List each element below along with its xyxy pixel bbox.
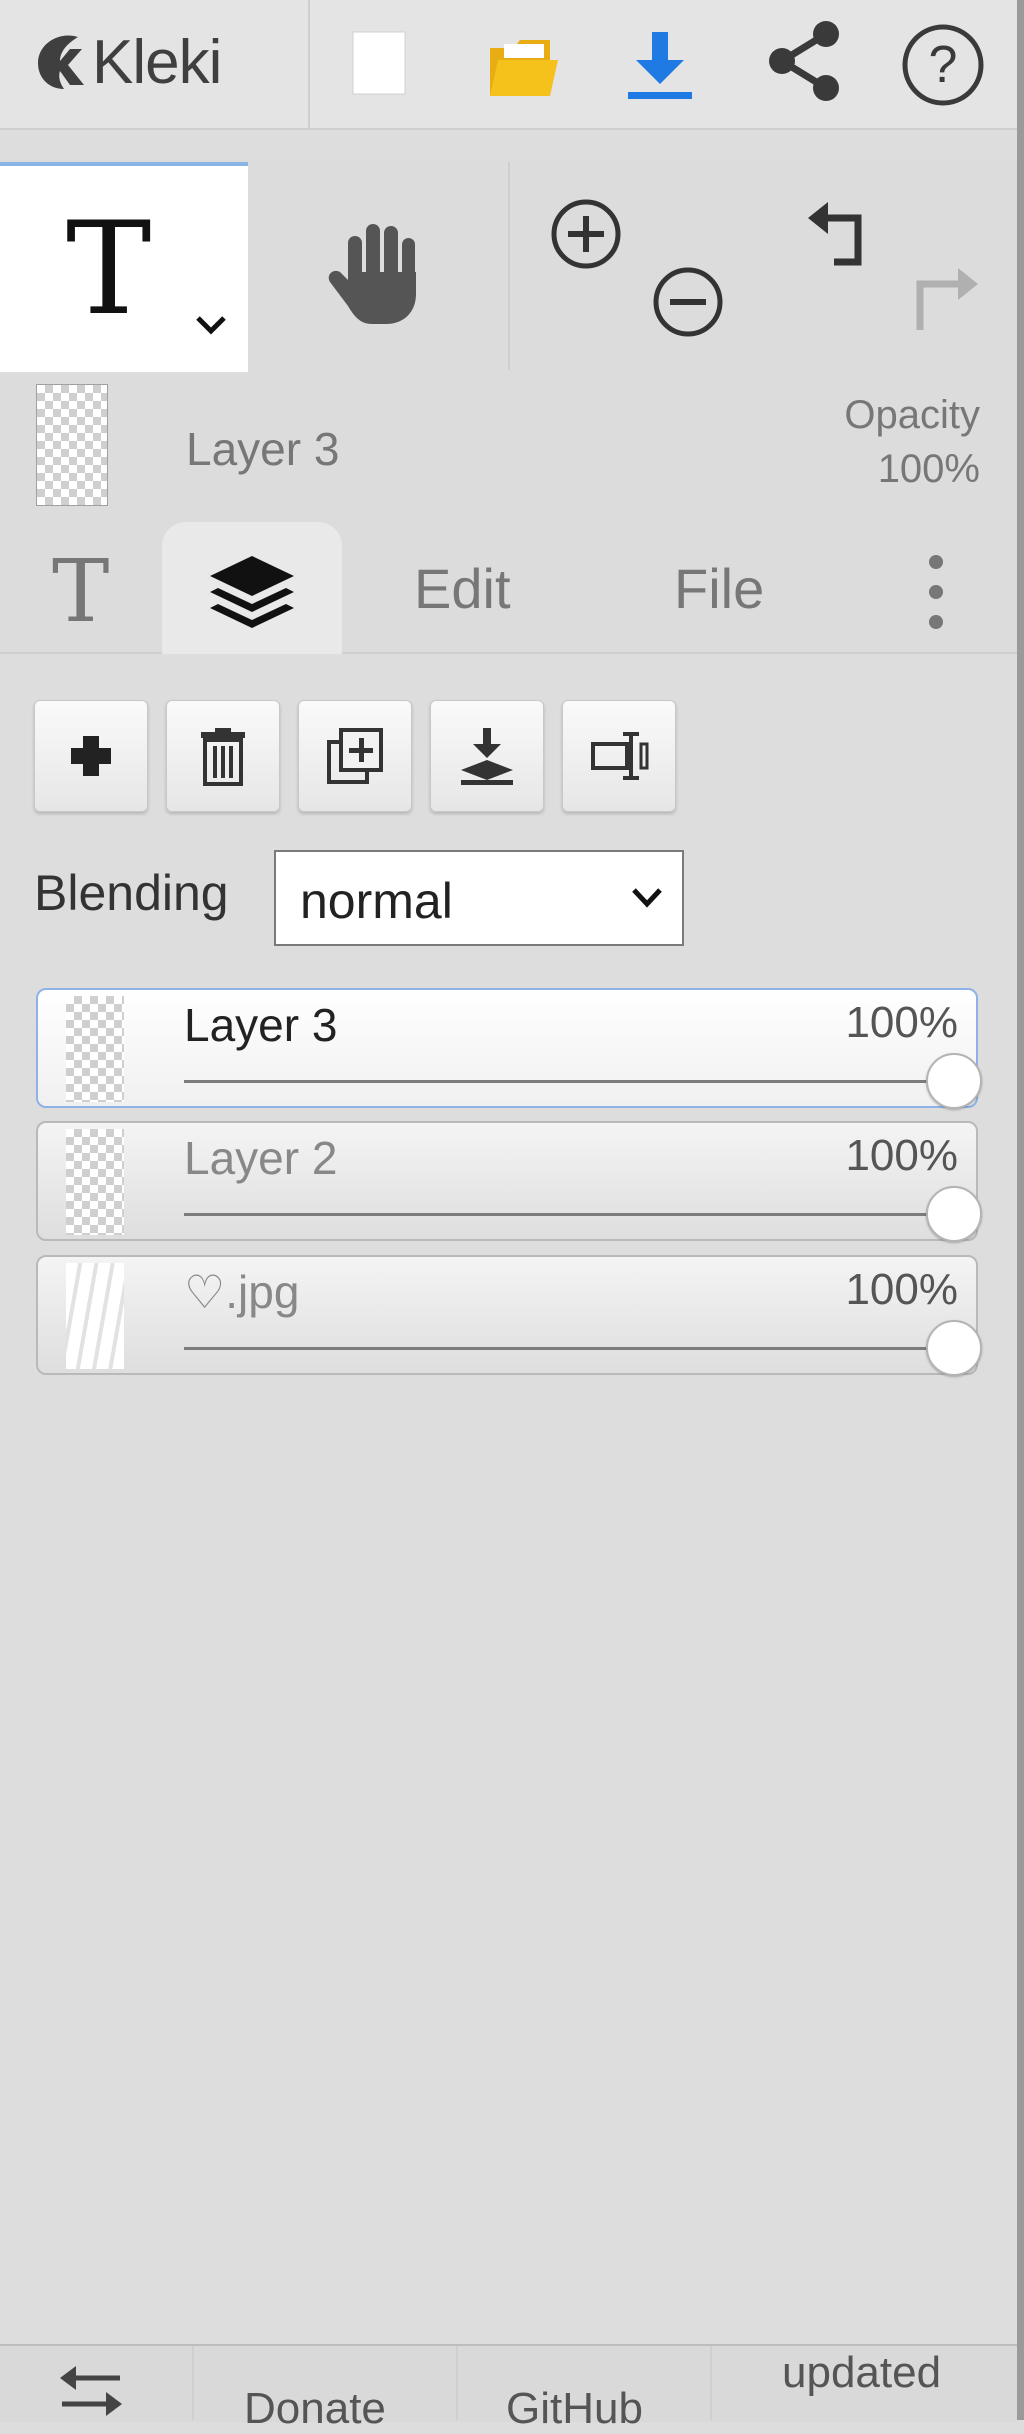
layer-name: ♡.jpg bbox=[184, 1266, 300, 1318]
layer-item[interactable]: Layer 3 100% bbox=[36, 988, 982, 1109]
blending-label: Blending bbox=[34, 865, 229, 921]
current-layer-thumbnail bbox=[36, 384, 108, 506]
chevron-down-icon bbox=[632, 888, 662, 908]
kleki-logo[interactable]: Kleki bbox=[30, 14, 222, 110]
tab-text-tool[interactable]: T bbox=[52, 542, 109, 642]
svg-text:?: ? bbox=[929, 36, 958, 94]
updated-link[interactable]: updated bbox=[782, 2348, 941, 2398]
layer-opacity-value: 100% bbox=[845, 998, 958, 1047]
layer-name: Layer 3 bbox=[184, 999, 338, 1051]
layer-opacity-slider[interactable] bbox=[184, 1080, 954, 1083]
blending-select[interactable]: normal bbox=[274, 850, 684, 946]
donate-link[interactable]: Donate bbox=[244, 2384, 386, 2434]
layers-icon[interactable] bbox=[206, 552, 298, 634]
divider bbox=[710, 2346, 712, 2420]
layer-thumbnail bbox=[66, 1129, 124, 1235]
layer-opacity-value: 100% bbox=[845, 1265, 958, 1314]
new-image-icon[interactable] bbox=[345, 28, 415, 98]
more-vertical-icon[interactable] bbox=[920, 552, 952, 632]
app-name: Kleki bbox=[92, 27, 222, 97]
merge-down-button[interactable] bbox=[430, 700, 544, 812]
divider bbox=[456, 2346, 458, 2420]
github-link[interactable]: GitHub bbox=[506, 2384, 643, 2434]
divider bbox=[308, 0, 310, 128]
opacity-value: 100% bbox=[877, 447, 980, 491]
rename-layer-button[interactable] bbox=[562, 700, 676, 812]
opacity-label: Opacity bbox=[844, 393, 980, 437]
layer-opacity-knob[interactable] bbox=[926, 1186, 982, 1242]
current-layer-opacity[interactable]: Opacity 100% bbox=[800, 388, 980, 496]
layer-opacity-slider[interactable] bbox=[184, 1213, 954, 1216]
layer-opacity-slider[interactable] bbox=[184, 1347, 954, 1350]
zoom-out-icon[interactable] bbox=[650, 264, 726, 340]
share-icon[interactable] bbox=[762, 18, 848, 104]
swap-arrows-icon[interactable] bbox=[56, 2362, 126, 2420]
hand-tool-icon[interactable] bbox=[324, 212, 428, 328]
help-icon[interactable]: ? bbox=[898, 20, 988, 110]
divider bbox=[192, 2346, 194, 2420]
text-tool-icon: T bbox=[66, 195, 152, 344]
layer-opacity-knob[interactable] bbox=[926, 1053, 982, 1109]
delete-layer-button[interactable] bbox=[166, 700, 280, 812]
add-layer-button[interactable] bbox=[34, 700, 148, 812]
window-edge bbox=[1017, 0, 1024, 2420]
tab-file[interactable]: File bbox=[674, 556, 764, 621]
divider bbox=[508, 162, 510, 370]
layer-name: Layer 2 bbox=[184, 1132, 338, 1184]
kleki-logo-icon bbox=[30, 29, 90, 95]
text-tool-button[interactable]: T bbox=[0, 162, 248, 374]
open-folder-icon[interactable] bbox=[484, 30, 564, 106]
duplicate-layer-button[interactable] bbox=[298, 700, 412, 812]
blending-value: normal bbox=[300, 873, 453, 929]
layer-thumbnail bbox=[66, 1263, 124, 1369]
tab-edit[interactable]: Edit bbox=[414, 556, 511, 621]
redo-icon[interactable] bbox=[904, 266, 984, 342]
layer-opacity-value: 100% bbox=[845, 1131, 958, 1180]
layer-item[interactable]: ♡.jpg 100% bbox=[36, 1255, 982, 1376]
zoom-in-icon[interactable] bbox=[548, 196, 624, 272]
layer-item[interactable]: Layer 2 100% bbox=[36, 1121, 982, 1242]
layer-thumbnail bbox=[66, 996, 124, 1102]
download-icon[interactable] bbox=[622, 26, 698, 106]
undo-icon[interactable] bbox=[804, 200, 884, 276]
chevron-down-icon[interactable] bbox=[194, 314, 228, 336]
current-layer-name: Layer 3 bbox=[186, 423, 340, 475]
layer-opacity-knob[interactable] bbox=[926, 1320, 982, 1376]
